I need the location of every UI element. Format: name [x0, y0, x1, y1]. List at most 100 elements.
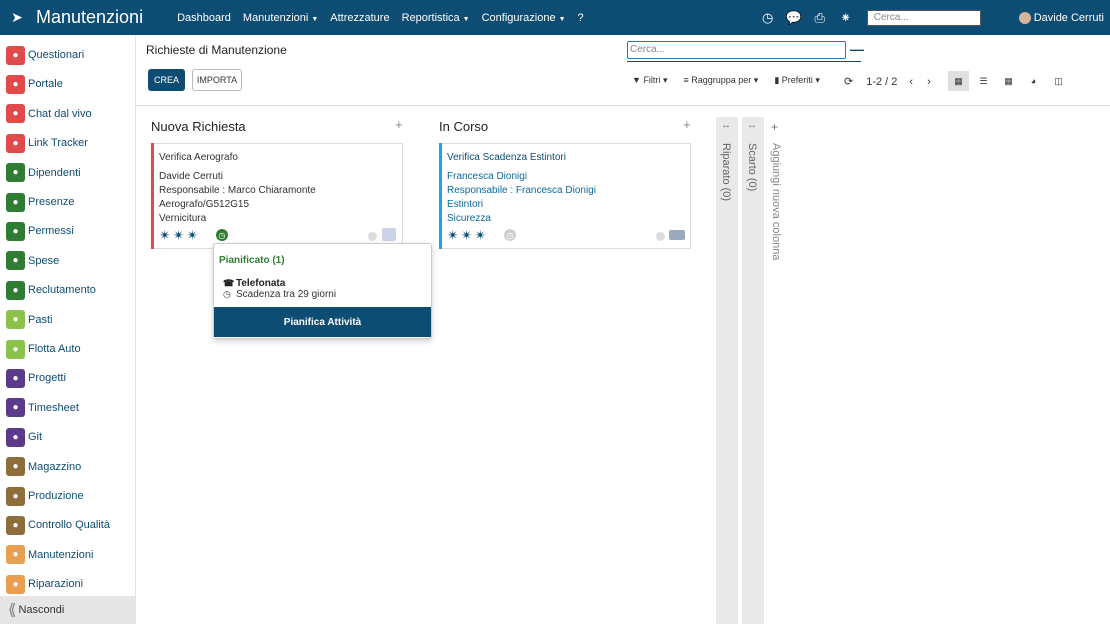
- table-view-icon[interactable]: ▦: [998, 71, 1019, 91]
- status-dot[interactable]: [656, 232, 665, 241]
- sidebar-item-label: Questionari: [28, 49, 85, 61]
- sidebar-item-presenze[interactable]: ● Presenze: [6, 192, 74, 212]
- search-underline: [627, 61, 861, 62]
- star-icon[interactable]: ✴: [186, 228, 198, 242]
- sidebar-item-chat-dal-vivo[interactable]: ● Chat dal vivo: [6, 104, 92, 124]
- pager-value[interactable]: 1-2 / 2: [866, 76, 897, 88]
- sidebar-item-git[interactable]: ● Git: [6, 427, 42, 447]
- sidebar-item-magazzino[interactable]: ● Magazzino: [6, 457, 81, 477]
- search-user-icon: ●: [6, 280, 25, 300]
- card-line: Estintori: [447, 199, 484, 210]
- star-icon[interactable]: ✴: [159, 228, 171, 242]
- bookmark-icon: ▮: [774, 75, 780, 85]
- menu-manutenzioni[interactable]: Manutenzioni ▼: [237, 12, 324, 24]
- search-input[interactable]: Cerca...: [627, 41, 846, 59]
- calendar-view-icon[interactable]: ◫: [1048, 71, 1069, 91]
- list-icon: ≡: [683, 75, 689, 85]
- caret-down-icon: ▼: [558, 15, 566, 23]
- sidebar-item-link-tracker[interactable]: ● Link Tracker: [6, 133, 88, 153]
- view-switcher: ▦ ☰ ▦ ◕ ◫: [948, 71, 1069, 91]
- rocket-icon[interactable]: ➤: [2, 9, 32, 26]
- folded-column-scarto[interactable]: ↔ Scarto (0): [742, 117, 764, 624]
- star-icon[interactable]: ✴: [461, 228, 473, 242]
- sidebar-item-label: Presenze: [28, 196, 75, 208]
- sidebar-item-portale[interactable]: ● Portale: [6, 74, 63, 94]
- add-card-icon[interactable]: +: [683, 117, 691, 132]
- kanban-card[interactable]: Verifica Scadenza Estintori Francesca Di…: [439, 143, 691, 249]
- cog-icon: ●: [6, 221, 25, 241]
- star-icon[interactable]: ✴: [474, 228, 486, 242]
- users-icon: ●: [6, 163, 25, 183]
- add-card-icon[interactable]: +: [395, 117, 403, 132]
- app-title[interactable]: Manutenzioni: [36, 7, 143, 28]
- minus-icon[interactable]: —: [850, 41, 864, 57]
- list-view-icon[interactable]: ☰: [973, 71, 994, 91]
- create-button[interactable]: CREA: [148, 69, 185, 91]
- clipboard-icon: ●: [6, 45, 25, 65]
- search-options: ▼ Filtri ▾ ≡ Raggruppa per ▾ ▮ Preferiti…: [632, 75, 820, 86]
- avatar: [382, 228, 396, 241]
- sidebar-item-reclutamento[interactable]: ● Reclutamento: [6, 280, 96, 300]
- status-dot[interactable]: [368, 232, 377, 241]
- pager-arrows[interactable]: ‹›: [909, 76, 944, 88]
- sidebar-item-flotta-auto[interactable]: ● Flotta Auto: [6, 339, 81, 359]
- chat-icon[interactable]: 💬: [781, 10, 807, 26]
- filters-dropdown[interactable]: ▼ Filtri ▾: [632, 75, 667, 86]
- menu-dashboard[interactable]: Dashboard: [171, 12, 237, 24]
- star-icon[interactable]: ✴: [447, 228, 459, 242]
- priority-stars[interactable]: ✴ ✴ ✴: [159, 228, 198, 242]
- menu-attrezzature[interactable]: Attrezzature: [324, 12, 395, 24]
- sidebar-item-spese[interactable]: ● Spese: [6, 251, 59, 271]
- wrench-icon: ●: [6, 486, 25, 506]
- clock-icon[interactable]: ◷: [755, 10, 781, 26]
- sidebar-item-produzione[interactable]: ● Produzione: [6, 486, 84, 506]
- graph-view-icon[interactable]: ◕: [1023, 71, 1044, 91]
- sidebar-item-riparazioni[interactable]: ● Riparazioni: [6, 574, 83, 594]
- card-line: Francesca Dionigi: [447, 171, 528, 182]
- folded-column-title: Riparato (0): [720, 143, 732, 202]
- import-button[interactable]: IMPORTA: [192, 69, 242, 91]
- user-menu[interactable]: Davide Cerruti: [1018, 11, 1104, 24]
- schedule-activity-button[interactable]: Pianifica Attività: [214, 307, 431, 337]
- add-column-button[interactable]: + Aggiungi nuova colonna: [766, 117, 786, 624]
- add-column-label: Aggiungi nuova colonna: [770, 143, 782, 261]
- car-icon: ●: [6, 339, 25, 359]
- sidebar-item-pasti[interactable]: ● Pasti: [6, 310, 52, 330]
- activity-clock-icon[interactable]: ◷: [216, 229, 228, 241]
- avatar: [669, 230, 685, 240]
- sidebar-item-manutenzioni[interactable]: ● Manutenzioni: [6, 545, 93, 565]
- refresh-icon[interactable]: ⟳: [844, 75, 853, 88]
- sidebar-item-questionari[interactable]: ● Questionari: [6, 45, 84, 65]
- groupby-dropdown[interactable]: ≡ Raggruppa per ▾: [683, 75, 758, 86]
- sidebar-item-label: Spese: [28, 254, 60, 267]
- activity-due-label: Scadenza tra 29 giorni: [236, 289, 337, 300]
- sidebar-item-progetti[interactable]: ● Progetti: [6, 368, 66, 388]
- top-search-input[interactable]: Cerca...: [866, 9, 981, 26]
- print-icon[interactable]: ⎙: [807, 10, 833, 26]
- sidebar-item-label: Portale: [28, 78, 63, 91]
- popover-title: Pianificato (1): [219, 255, 285, 266]
- menu-configurazione[interactable]: Configurazione ▼: [476, 12, 572, 24]
- puzzle-icon: ●: [6, 368, 25, 388]
- card-line: Davide Cerruti: [159, 171, 223, 182]
- menu-help[interactable]: ?: [572, 12, 590, 24]
- sidebar-item-label: Riparazioni: [28, 578, 84, 591]
- priority-stars[interactable]: ✴ ✴ ✴: [447, 228, 486, 242]
- folded-column-riparato[interactable]: ↔ Riparato (0): [716, 117, 738, 624]
- sidebar-item-controllo-qualità[interactable]: ● Controllo Qualità: [6, 515, 110, 535]
- favorites-dropdown[interactable]: ▮ Preferiti ▾: [774, 75, 820, 86]
- star-icon[interactable]: ✴: [173, 228, 185, 242]
- sidebar-item-timesheet[interactable]: ● Timesheet: [6, 398, 79, 418]
- activity-type[interactable]: ☎ Telefonata: [223, 278, 285, 289]
- activity-popover: Pianificato (1) ☎ Telefonata ◷ Scadenza …: [213, 243, 432, 339]
- sidebar-item-dipendenti[interactable]: ● Dipendenti: [6, 163, 81, 183]
- menu-reportistica[interactable]: Reportistica ▼: [396, 12, 476, 24]
- filter-icon: ▼: [632, 75, 641, 85]
- sidebar-item-label: Dipendenti: [28, 166, 81, 179]
- activity-clock-icon[interactable]: ◷: [504, 229, 516, 241]
- kanban-view-icon[interactable]: ▦: [948, 71, 969, 91]
- sidebar-item-label: Git: [28, 431, 43, 444]
- kanban-card[interactable]: Verifica Aerografo Davide Cerruti Respon…: [151, 143, 403, 249]
- collapse-sidebar-button[interactable]: ⟨⟨ Nascondi: [0, 596, 135, 624]
- sidebar-item-permessi[interactable]: ● Permessi: [6, 221, 74, 241]
